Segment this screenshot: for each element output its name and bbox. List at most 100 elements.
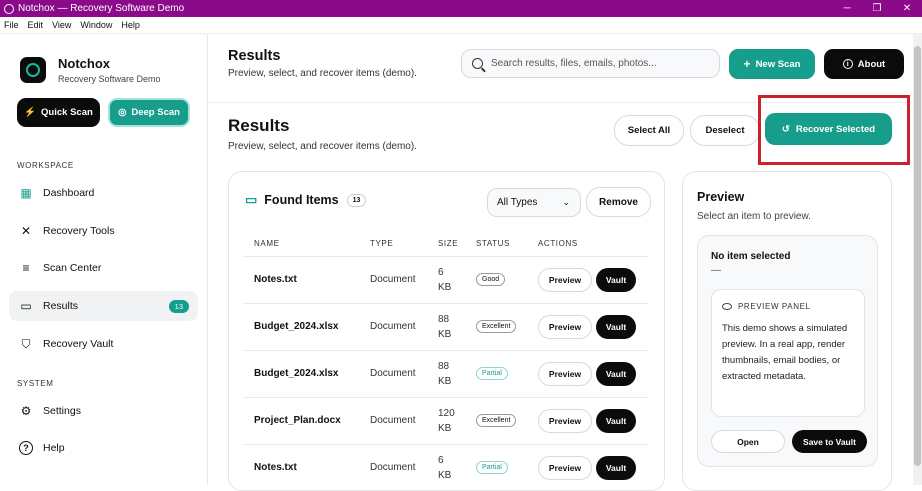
eye-icon <box>722 303 732 310</box>
type-filter-select[interactable]: All Types ⌄ <box>487 188 581 217</box>
save-to-vault-button[interactable]: Save to Vault <box>792 430 867 453</box>
preview-title: Preview <box>697 190 745 204</box>
folder-icon: ▭ <box>245 192 258 207</box>
sidebar-item-label: Recovery Tools <box>43 225 115 237</box>
menu-help[interactable]: Help <box>121 20 140 30</box>
title-bar: Notchox — Recovery Software Demo ─ ❐ ✕ <box>0 0 922 17</box>
open-button[interactable]: Open <box>711 430 785 453</box>
col-status: STATUS <box>476 232 538 257</box>
menu-edit[interactable]: Edit <box>28 20 44 30</box>
scrollbar[interactable] <box>913 34 922 485</box>
page-subtitle: Preview, select, and recover items (demo… <box>228 68 417 79</box>
main-content: Results Preview, select, and recover ite… <box>208 34 922 491</box>
about-label: About <box>857 58 886 70</box>
close-button[interactable]: ✕ <box>892 3 922 14</box>
quick-scan-label: Quick Scan <box>41 107 93 118</box>
preview-button[interactable]: Preview <box>538 361 592 386</box>
status-badge: Partial <box>476 367 508 380</box>
file-name: Notes.txt <box>243 444 370 490</box>
file-type: Document <box>370 444 438 490</box>
menu-bar: File Edit View Window Help <box>0 17 922 34</box>
menu-view[interactable]: View <box>52 20 71 30</box>
file-type: Document <box>370 397 438 445</box>
deep-scan-button[interactable]: ◎ Deep Scan <box>108 98 190 127</box>
radar-icon: ◎ <box>118 107 127 118</box>
about-button[interactable]: i About <box>824 49 904 79</box>
table-row[interactable]: Notes.txt Document 6 KB Good Preview Vault <box>243 256 649 304</box>
quick-scan-button[interactable]: ⚡ Quick Scan <box>17 98 100 127</box>
sidebar-item-label: Settings <box>43 405 81 417</box>
preview-button[interactable]: Preview <box>538 267 592 292</box>
no-item-dash: — <box>711 265 721 276</box>
sidebar-item-label: Help <box>43 442 65 454</box>
deep-scan-label: Deep Scan <box>131 107 180 118</box>
file-name: Notes.txt <box>243 256 370 304</box>
status-badge: Excellent <box>476 320 517 333</box>
preview-button[interactable]: Preview <box>538 455 592 480</box>
status-badge: Good <box>476 273 506 286</box>
tools-icon: ✕ <box>20 224 32 238</box>
search-placeholder: Search results, files, emails, photos... <box>491 58 657 69</box>
new-scan-button[interactable]: + New Scan <box>729 49 815 79</box>
vault-button[interactable]: Vault <box>596 455 636 480</box>
col-name: NAME <box>243 232 370 257</box>
select-all-button[interactable]: Select All <box>614 115 684 146</box>
sidebar-item-label: Recovery Vault <box>43 338 114 350</box>
grid-icon: ▦ <box>20 186 32 200</box>
remove-button[interactable]: Remove <box>586 187 651 217</box>
scrollbar-thumb[interactable] <box>914 46 921 466</box>
window-title: Notchox — Recovery Software Demo <box>18 3 185 14</box>
file-name: Project_Plan.docx <box>243 397 370 445</box>
preview-button[interactable]: Preview <box>538 314 592 339</box>
preview-card: Preview Select an item to preview. No it… <box>682 171 892 491</box>
highlight-box <box>758 95 910 165</box>
brand: Notchox Recovery Software Demo <box>20 56 161 84</box>
sidebar-item-results[interactable]: ▭ Results 13 <box>9 291 198 321</box>
preview-button[interactable]: Preview <box>538 408 592 433</box>
sidebar-item-label: Scan Center <box>43 262 102 274</box>
file-type: Document <box>370 350 438 398</box>
brand-name: Notchox <box>58 56 110 71</box>
sidebar-item-dashboard[interactable]: ▦ Dashboard <box>9 178 198 208</box>
system-label: SYSTEM <box>17 379 54 388</box>
file-size: 88 KB <box>438 303 476 351</box>
sidebar-item-scan-center[interactable]: ≡ Scan Center <box>9 253 198 283</box>
found-items-title: Found Items <box>264 193 339 207</box>
sidebar-item-settings[interactable]: ⚙ Settings <box>9 396 198 426</box>
info-icon: i <box>842 59 853 69</box>
new-scan-label: New Scan <box>755 58 801 70</box>
table-row[interactable]: Notes.txt Document 6 KB Partial Preview Va… <box>243 444 649 490</box>
search-input[interactable]: Search results, files, emails, photos... <box>461 49 720 78</box>
sidebar-item-label: Results <box>43 300 79 312</box>
sidebar-item-recovery-tools[interactable]: ✕ Recovery Tools <box>9 216 198 246</box>
deselect-button[interactable]: Deselect <box>690 115 760 146</box>
col-size: SIZE <box>438 232 476 257</box>
section-subtitle: Preview, select, and recover items (demo… <box>228 141 417 152</box>
vault-button[interactable]: Vault <box>596 361 636 386</box>
table-row[interactable]: Project_Plan.docx Document 120 KB Excelle… <box>243 397 649 445</box>
vault-button[interactable]: Vault <box>596 267 636 292</box>
shield-icon: ⛉ <box>21 336 31 351</box>
table-row[interactable]: Budget_2024.xlsx Document 88 KB Partial P… <box>243 350 649 398</box>
file-type: Document <box>370 256 438 304</box>
menu-window[interactable]: Window <box>80 20 112 30</box>
vault-button[interactable]: Vault <box>596 314 636 339</box>
col-actions: ACTIONS <box>538 232 649 257</box>
no-item-label: No item selected <box>711 251 791 262</box>
sidebar-item-help[interactable]: ? Help <box>9 433 198 463</box>
workspace-label: WORKSPACE <box>17 161 74 170</box>
file-type: Document <box>370 303 438 351</box>
vault-button[interactable]: Vault <box>596 408 636 433</box>
brand-subtitle: Recovery Software Demo <box>58 74 161 84</box>
app-icon <box>4 3 14 14</box>
minimize-button[interactable]: ─ <box>832 3 862 14</box>
search-icon <box>472 58 483 69</box>
maximize-button[interactable]: ❐ <box>862 3 892 14</box>
gear-icon: ⚙ <box>20 404 32 418</box>
menu-file[interactable]: File <box>4 20 19 30</box>
sidebar-item-recovery-vault[interactable]: ⛉ Recovery Vault <box>9 329 198 359</box>
table-row[interactable]: Budget_2024.xlsx Document 88 KB Excellent… <box>243 303 649 351</box>
results-table: NAME TYPE SIZE STATUS ACTIONS Notes.txt … <box>243 232 649 490</box>
file-name: Budget_2024.xlsx <box>243 350 370 398</box>
found-count-badge: 13 <box>346 193 367 207</box>
